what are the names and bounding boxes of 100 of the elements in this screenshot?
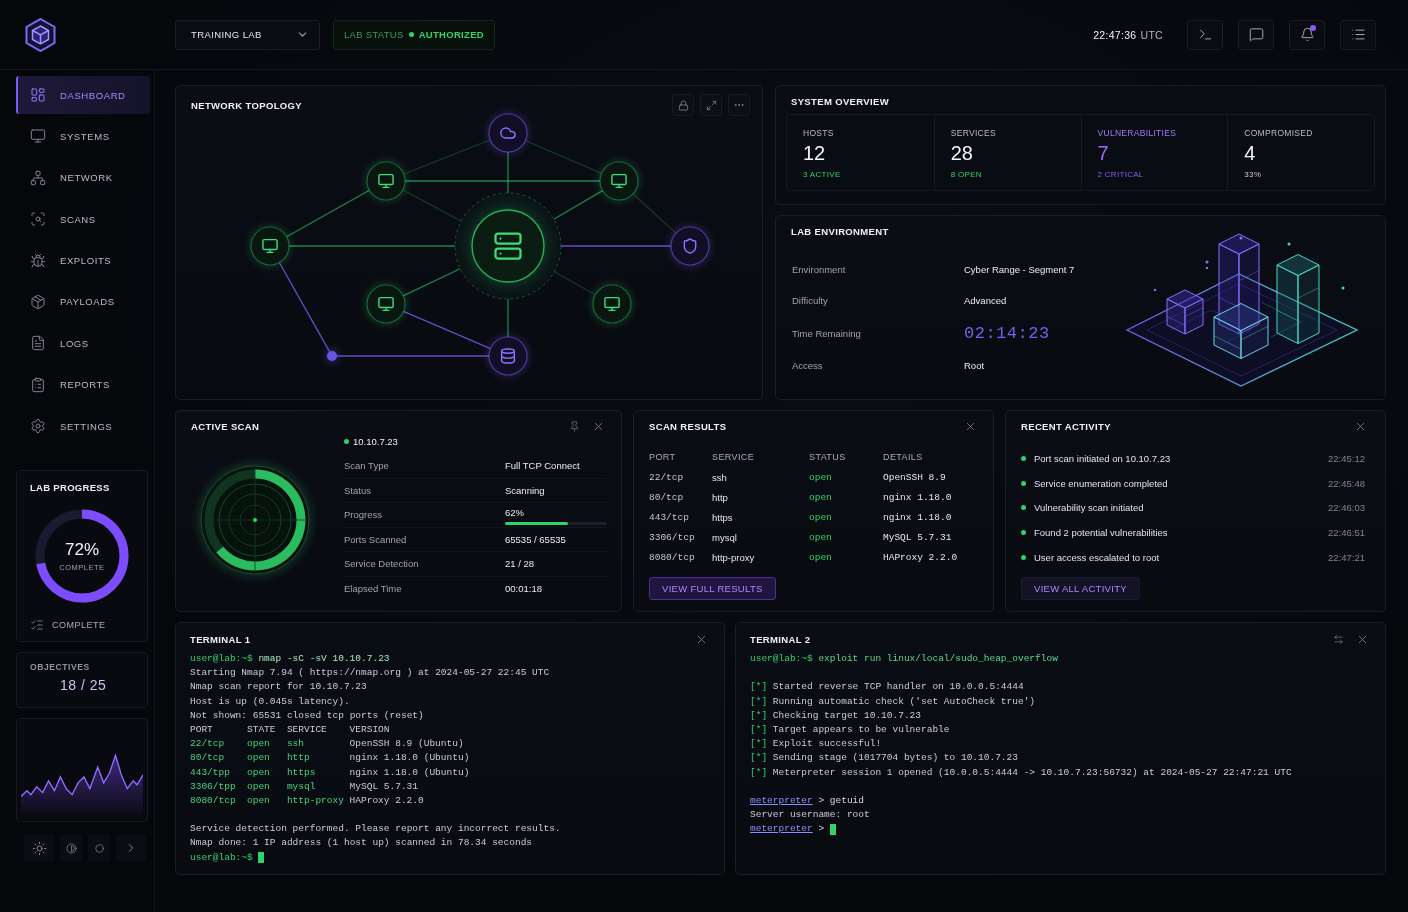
bug-icon [30, 252, 46, 269]
scan-icon [30, 211, 46, 228]
monitor-node-icon[interactable] [250, 226, 290, 266]
terminal-cell-text: SERVICE [286, 722, 328, 737]
lock-button[interactable] [672, 94, 694, 116]
sidebar-item[interactable]: EXPLOITS [16, 241, 150, 280]
circle-icon [94, 843, 104, 853]
activity-text: Port scan initiated on 10.10.7.23 [1034, 452, 1172, 464]
field-label: Time Remaining [792, 327, 862, 339]
panel-title: SYSTEM OVERVIEW [791, 95, 889, 107]
shield-node-icon[interactable] [670, 226, 710, 266]
table-cell-text: open [809, 511, 833, 523]
stat-note: 33% [1244, 170, 1263, 179]
terminal-output: Service detection performed. Please report any incorrect results. [190, 822, 561, 837]
contrast-button[interactable] [60, 834, 82, 863]
countdown-timer: 02:14:23 [964, 323, 1051, 343]
endpoint-dot-icon[interactable] [327, 351, 337, 361]
table-cell-text: http [712, 491, 729, 503]
field-label: Difficulty [792, 295, 829, 306]
clipboard-icon [30, 376, 46, 393]
column-header: STATUS [809, 452, 847, 462]
sidebar-item[interactable]: LOGS [16, 324, 150, 363]
panel-title: TERMINAL 2 [750, 633, 811, 645]
sidebar-item[interactable]: REPORTS [16, 365, 150, 404]
sidebar-item[interactable]: NETWORK [16, 158, 150, 197]
terminal-cell-text: open [247, 737, 271, 752]
circle-button[interactable] [88, 834, 110, 863]
notifications-button[interactable] [1289, 19, 1325, 50]
sidebar-item[interactable]: DASHBOARD [16, 76, 150, 114]
panel-title: RECENT ACTIVITY [1021, 420, 1111, 432]
status-value: AUTHORIZED [418, 29, 484, 40]
sidebar-item[interactable]: SYSTEMS [16, 117, 150, 156]
theme-button[interactable] [24, 834, 54, 863]
server-hub-icon[interactable] [454, 192, 562, 300]
field-value: Scanning [505, 484, 546, 496]
lab-select[interactable]: TRAINING LAB [175, 19, 320, 50]
terminal-command: > [818, 822, 825, 837]
status-dot-icon [1021, 505, 1026, 511]
terminal-output: Nmap scan report for 10.10.7.23 [190, 680, 367, 695]
activity-time: 22:46:03 [1328, 502, 1365, 514]
monitor-node-icon[interactable] [366, 161, 406, 201]
chat-button[interactable] [1238, 19, 1274, 50]
expand-button[interactable] [700, 94, 722, 116]
stat-note: 2 CRITICAL [1097, 170, 1145, 179]
terminal-cell-text: 22/tcp [190, 737, 226, 752]
table-cell-text: 443/tcp [649, 511, 690, 523]
sidebar-item[interactable]: SETTINGS [16, 407, 150, 446]
panel-title: SCAN RESULTS [649, 420, 727, 432]
stat-value: 7 [1097, 142, 1110, 165]
field-label: Access [792, 360, 824, 371]
field-label: Environment [792, 264, 847, 275]
terminal-tag: [*] [750, 751, 768, 766]
terminal-cell-text: 8080/tcp [190, 793, 237, 808]
view-activity-button[interactable]: VIEW ALL ACTIVITY [1021, 577, 1140, 601]
monitor-node-icon[interactable] [592, 284, 632, 324]
activity-text: User access escalated to root [1034, 551, 1161, 563]
package-icon [30, 293, 46, 310]
table-cell-text: 8080/tcp [649, 551, 696, 563]
sun-icon [31, 840, 47, 856]
monitor-node-icon[interactable] [366, 284, 406, 324]
stat-label: SERVICES [950, 128, 997, 138]
terminal-button[interactable] [1187, 19, 1223, 50]
terminal-prompt: meterpreter [750, 793, 813, 808]
settings-icon [30, 418, 46, 435]
status-dot-icon [1021, 529, 1026, 535]
panel-title: LAB ENVIRONMENT [791, 225, 889, 237]
sidebar-item[interactable]: PAYLOADS [16, 282, 150, 321]
terminal-tag: [*] [750, 708, 768, 723]
stat-label: VULNERABILITIES [1097, 128, 1178, 138]
database-node-icon[interactable] [488, 336, 528, 376]
stat-note: 8 OPEN [950, 170, 983, 179]
terminal-cell: nginx 1.18.0 (Ubuntu) [349, 751, 470, 766]
terminal-output: Exploit successful! [772, 737, 882, 752]
view-results-button[interactable]: VIEW FULL RESULTS [649, 577, 776, 600]
column-header: SERVICE [712, 452, 756, 462]
cloud-node-icon[interactable] [488, 113, 528, 153]
field-value: 00:01:18 [505, 583, 543, 595]
status-label: LAB STATUS [344, 29, 404, 40]
monitor-node-icon[interactable] [599, 161, 639, 201]
card-title: LAB PROGRESS [30, 482, 111, 494]
terminal-output: Starting Nmap 7.94 ( https://nmap.org ) at 2024-05-27 22:45 UTC [190, 666, 550, 681]
activity-time: 22:47:21 [1328, 551, 1365, 563]
list-view-button[interactable] [1340, 19, 1376, 50]
bell-icon [1299, 27, 1315, 42]
monitor-icon [30, 128, 46, 145]
terminal-icon [1197, 27, 1213, 42]
activity-time: 22:46:51 [1328, 526, 1365, 538]
terminal-cell-text: mysql [286, 779, 317, 794]
terminal-cell-text: open [247, 765, 271, 780]
checklist-icon [30, 618, 44, 633]
field-value: 65535 / 65535 [505, 533, 567, 545]
stat-value: 4 [1244, 142, 1257, 165]
terminal-prompt: user@lab:~$ [190, 652, 253, 666]
terminal-output: Target appears to be vulnerable [772, 722, 950, 737]
lock-icon [677, 99, 689, 111]
stat-value: 12 [803, 142, 827, 165]
terminal-output: Not shown: 65531 closed tcp ports (reset) [190, 708, 424, 723]
dashboard-icon [30, 87, 46, 103]
sidebar-item[interactable]: SCANS [16, 200, 150, 239]
cube-logo-icon [25, 17, 56, 52]
